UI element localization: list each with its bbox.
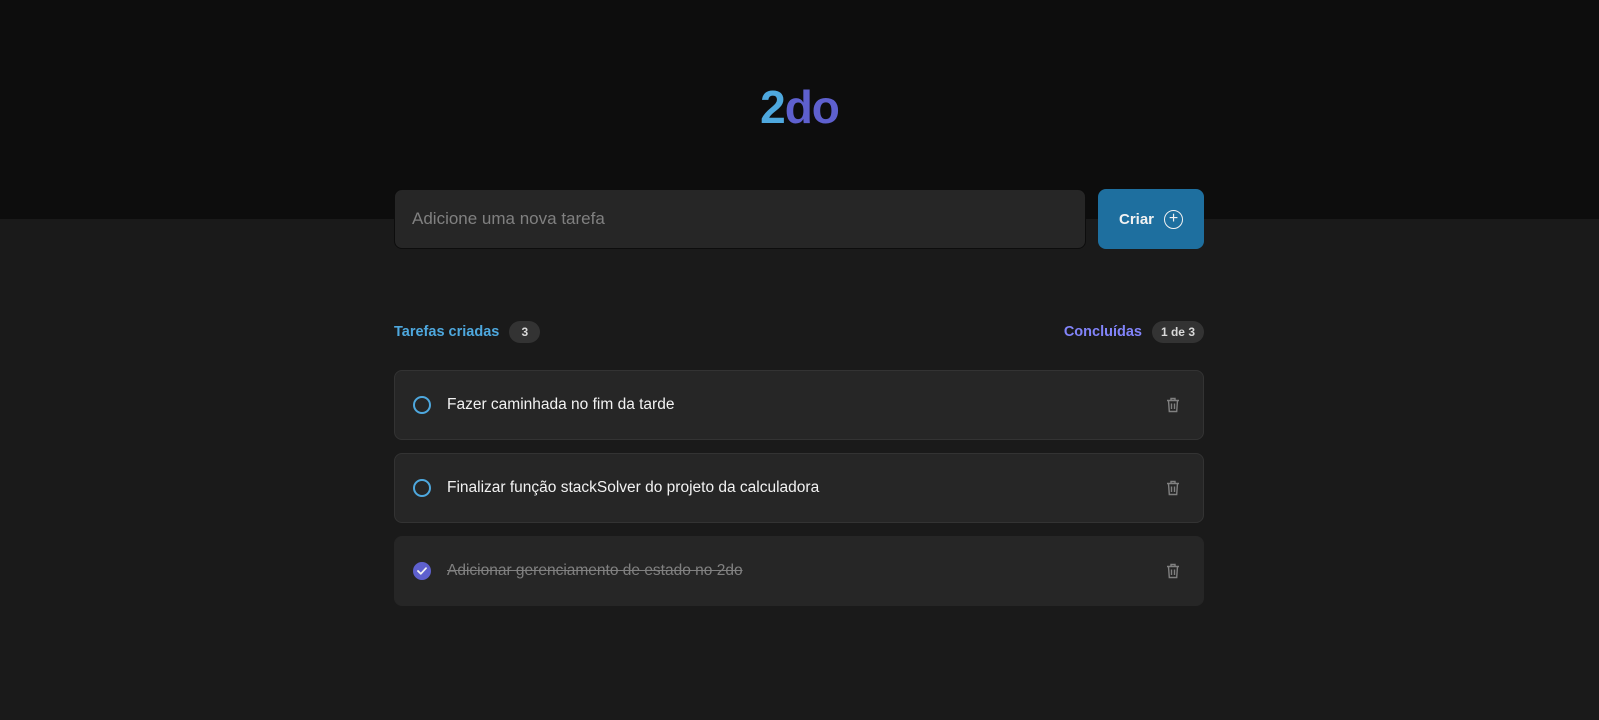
completed-tasks-badge: 1 de 3 <box>1151 320 1204 343</box>
task-text: Adicionar gerenciamento de estado no 2do <box>447 562 743 579</box>
completed-tasks-counter: Concluídas 1 de 3 <box>1063 320 1204 343</box>
created-tasks-badge: 3 <box>509 320 541 343</box>
new-task-input[interactable] <box>394 189 1086 249</box>
task-item-completed: Adicionar gerenciamento de estado no 2do <box>394 536 1204 606</box>
header: 2do <box>0 0 1599 219</box>
task-list: Fazer caminhada no fim da tarde Finaliza… <box>394 370 1204 619</box>
plus-circle-icon: + <box>1164 209 1184 229</box>
create-button[interactable]: Criar + <box>1098 189 1204 249</box>
task-item: Finalizar função stackSolver do projeto … <box>394 453 1204 523</box>
circle-icon[interactable] <box>413 396 431 414</box>
task-counters: Tarefas criadas 3 Concluídas 1 de 3 <box>394 319 1204 344</box>
task-item: Fazer caminhada no fim da tarde <box>394 370 1204 440</box>
create-button-label: Criar <box>1118 210 1155 228</box>
created-tasks-counter: Tarefas criadas 3 <box>394 320 541 343</box>
trash-icon[interactable] <box>1161 559 1185 583</box>
task-text: Fazer caminhada no fim da tarde <box>447 396 675 413</box>
trash-icon[interactable] <box>1161 476 1185 500</box>
task-text: Finalizar função stackSolver do projeto … <box>447 479 820 496</box>
app-logo: 2do <box>0 80 1599 134</box>
logo-part-do: do <box>784 81 840 133</box>
logo-part-2: 2 <box>760 81 786 133</box>
completed-tasks-label: Concluídas <box>1063 323 1142 340</box>
circle-icon[interactable] <box>413 479 431 497</box>
created-tasks-label: Tarefas criadas <box>394 323 500 340</box>
check-circle-icon[interactable] <box>413 562 431 580</box>
trash-icon[interactable] <box>1161 393 1185 417</box>
